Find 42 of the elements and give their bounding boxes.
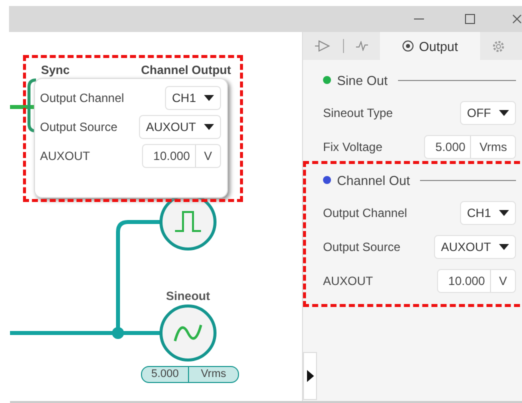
voltage-display: 5.000 Vrms [141, 366, 239, 383]
node-label: Sineout [166, 289, 210, 303]
unit-label: V [498, 274, 508, 288]
tab[interactable]: Output [380, 32, 480, 60]
junction-dot [112, 327, 124, 339]
caret-icon [499, 244, 509, 250]
section-title: Sine Out [337, 72, 388, 88]
field-label: Output Source [323, 240, 400, 254]
sine-node[interactable] [160, 304, 216, 362]
number-field[interactable]: 10.000 V [437, 269, 516, 293]
field-label: AUXOUT [40, 148, 90, 162]
section-title: Channel Out [337, 172, 410, 188]
caret-icon [204, 124, 214, 130]
number-field[interactable]: 10.000 V [142, 144, 221, 168]
play-icon [306, 370, 314, 382]
dropdown[interactable]: AUXOUT [138, 114, 221, 138]
field-label: Output Channel [323, 206, 408, 220]
caret-icon [499, 110, 509, 116]
field-label: Sineout Type [323, 106, 393, 120]
settings-icon [492, 40, 506, 52]
sync-wire [10, 78, 36, 132]
dropdown[interactable]: AUXOUT [434, 235, 516, 259]
dropdown[interactable]: OFF [460, 101, 516, 125]
caret-icon [499, 210, 509, 216]
caret-icon [204, 94, 214, 100]
field-label: Output Channel [40, 90, 124, 104]
unit-label: Vrms [478, 140, 508, 154]
dropdown[interactable]: CH1 [164, 86, 221, 110]
play-icon [315, 40, 331, 52]
target-icon [402, 40, 414, 52]
number-field[interactable]: 5.000 Vrms [424, 135, 516, 159]
popup-title: Sync [41, 63, 70, 77]
close-icon[interactable] [511, 13, 522, 25]
maximize-icon[interactable] [464, 13, 476, 25]
field-label: Output Source [40, 120, 118, 134]
popup-title: Channel Output [141, 63, 231, 77]
collapse-button[interactable] [303, 352, 317, 400]
unit-label: V [202, 148, 213, 162]
field-label: Fix Voltage [323, 140, 382, 154]
pulse-icon [356, 41, 368, 51]
dropdown[interactable]: CH1 [460, 201, 516, 225]
field-label: AUXOUT [323, 274, 374, 288]
